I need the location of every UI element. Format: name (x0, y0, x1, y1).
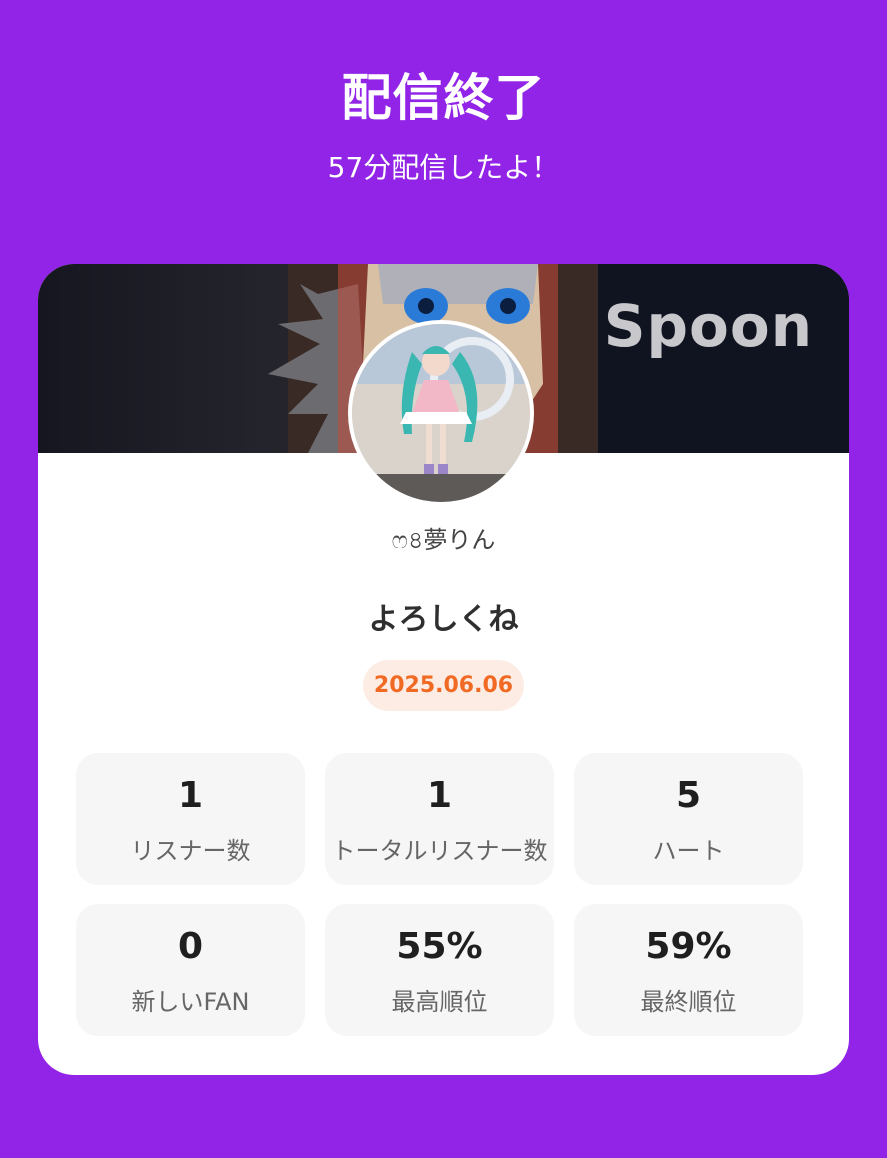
stat-value: 55% (396, 926, 483, 967)
stat-value: 0 (177, 926, 204, 967)
avatar[interactable] (348, 320, 534, 506)
stat-label: トータルリスナー数 (331, 837, 548, 865)
broadcast-duration: 57分配信したよ！ (327, 151, 560, 184)
stat-total-listeners: 1 トータルリスナー数 (325, 753, 554, 885)
page-title: 配信終了 (341, 69, 546, 127)
stat-value: 1 (177, 775, 204, 816)
date-badge: 2025.06.06 (363, 660, 524, 711)
stat-label: 最終順位 (640, 988, 737, 1016)
stat-highest-rank: 55% 最高順位 (325, 904, 554, 1036)
stat-value: 1 (426, 775, 453, 816)
stat-value: 5 (675, 775, 702, 816)
user-name: ෆ৪夢りん (391, 526, 496, 554)
stat-hearts: 5 ハート (574, 753, 803, 885)
stat-value: 59% (645, 926, 732, 967)
stat-label: 最高順位 (391, 988, 488, 1016)
stat-label: ハート (652, 837, 725, 865)
stat-label: 新しいFAN (131, 988, 250, 1016)
summary-card: Spoon ෆ৪夢りん よろしくね 2025.06.06 1 リスナー数 1 ト… (38, 264, 849, 1075)
stat-final-rank: 59% 最終順位 (574, 904, 803, 1036)
broadcast-message: よろしくね (368, 602, 519, 637)
stat-label: リスナー数 (130, 837, 251, 865)
stat-new-fans: 0 新しいFAN (76, 904, 305, 1036)
spoon-logo: Spoon (603, 292, 813, 360)
stat-listeners: 1 リスナー数 (76, 753, 305, 885)
